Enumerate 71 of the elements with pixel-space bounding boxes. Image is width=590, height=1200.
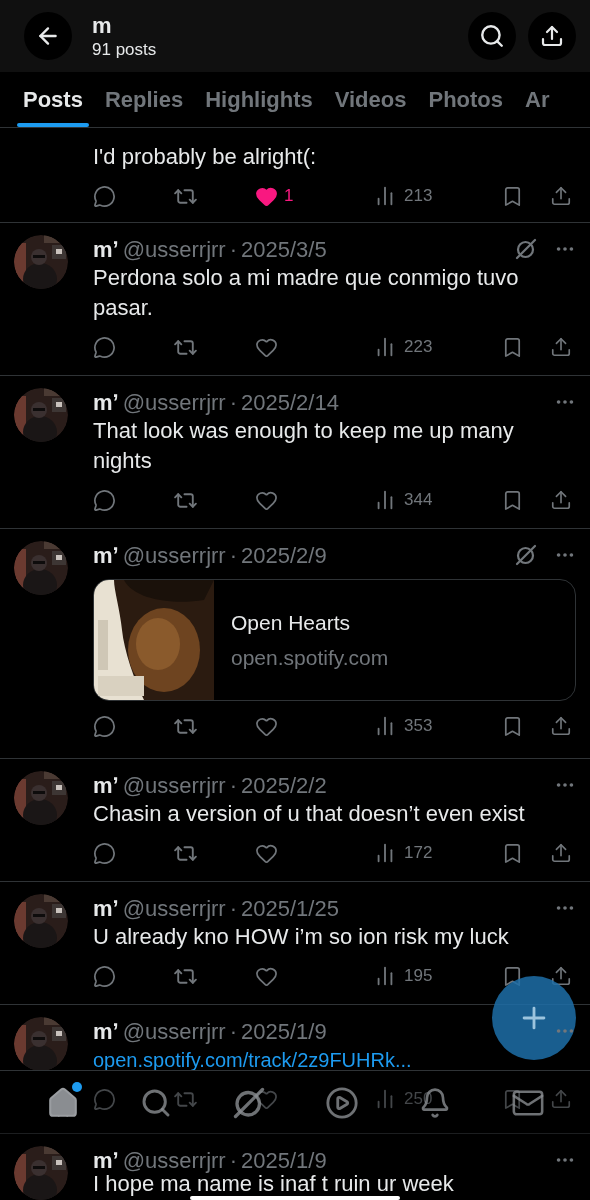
reply-icon[interactable] xyxy=(93,841,116,865)
views-button[interactable]: 213 xyxy=(374,183,444,209)
separator-dot: · xyxy=(229,1017,237,1046)
profile-tab[interactable]: Photos xyxy=(422,72,510,127)
profile-tab[interactable]: Ar xyxy=(519,72,556,127)
views-button[interactable]: 223 xyxy=(374,334,444,360)
author-name[interactable]: mʼ xyxy=(93,1014,119,1048)
play-icon xyxy=(324,1085,359,1120)
share-icon[interactable] xyxy=(550,842,572,864)
separator-dot: · xyxy=(229,235,237,264)
post-text: Chasin a version of u that doesn’t even exist xyxy=(93,800,526,828)
separator-dot: · xyxy=(229,771,237,800)
profile-tab[interactable]: Highlights xyxy=(199,72,319,127)
search-button[interactable] xyxy=(468,12,516,60)
views-button[interactable]: 344 xyxy=(374,487,444,513)
author-name[interactable]: mʼ xyxy=(93,768,119,802)
slashed-circle-icon[interactable] xyxy=(514,543,538,567)
post-date[interactable]: 2025/1/9 xyxy=(241,1014,327,1048)
post-link[interactable]: open.spotify.com/track/2z9FUHRk... xyxy=(93,1045,412,1075)
author-handle[interactable]: @usserrjrr xyxy=(122,891,226,925)
share-icon[interactable] xyxy=(550,965,572,987)
post-date[interactable]: 2025/1/25 xyxy=(241,891,339,925)
share-icon[interactable] xyxy=(550,489,572,511)
search-icon xyxy=(479,23,505,49)
author-handle[interactable]: @usserrjrr xyxy=(122,768,226,802)
like-button[interactable]: 1 xyxy=(255,183,317,209)
card-title: Open Hearts xyxy=(231,609,352,636)
author-handle[interactable]: @usserrjrr xyxy=(122,1014,226,1048)
author-name[interactable]: mʼ xyxy=(93,538,119,572)
post-date[interactable]: 2025/3/5 xyxy=(241,232,327,266)
separator-dot: · xyxy=(229,541,237,570)
post-count: 91 posts xyxy=(92,40,157,58)
profile-name: m xyxy=(92,14,113,37)
author-handle[interactable]: @usserrjrr xyxy=(122,385,226,419)
back-button[interactable] xyxy=(24,12,72,60)
profile-tab[interactable]: Videos xyxy=(328,72,413,127)
share-icon[interactable] xyxy=(550,715,572,737)
post-text: I hope ma name is inaf t ruin ur week xyxy=(93,1174,455,1194)
post-text: Perdona solo a mi madre que conmigo tuvo pasar. xyxy=(93,264,520,322)
views-button[interactable]: 353 xyxy=(374,713,444,739)
reply-icon[interactable] xyxy=(93,335,116,359)
post-text: I'd probably be alright(: xyxy=(93,143,318,171)
slashed-circle-icon[interactable] xyxy=(514,237,538,261)
views-button[interactable]: 172 xyxy=(374,840,444,866)
post-date[interactable]: 2025/2/2 xyxy=(241,768,327,802)
reply-icon[interactable] xyxy=(93,184,116,208)
post-date[interactable]: 2025/2/9 xyxy=(241,538,327,572)
author-handle[interactable]: @usserrjrr xyxy=(122,1143,226,1177)
author-name[interactable]: mʼ xyxy=(93,891,119,925)
reply-icon[interactable] xyxy=(93,714,116,738)
link-card[interactable]: Open Hearts open.spotify.com xyxy=(93,579,576,701)
post-date[interactable]: 2025/2/14 xyxy=(241,385,339,419)
author-name[interactable]: mʼ xyxy=(93,385,119,419)
card-domain: open.spotify.com xyxy=(231,645,389,671)
separator-dot: · xyxy=(229,1146,237,1175)
profile-tab[interactable]: Posts xyxy=(17,72,89,127)
share-icon[interactable] xyxy=(550,336,572,358)
separator-dot: · xyxy=(229,894,237,923)
post-text: That look was enough to keep me up many nights xyxy=(93,417,515,475)
post-text: U already kno HOW i’m so ion risk my luck xyxy=(93,923,510,951)
author-handle[interactable]: @usserrjrr xyxy=(122,538,226,572)
author-handle[interactable]: @usserrjrr xyxy=(122,232,226,266)
share-icon xyxy=(540,24,564,48)
views-button[interactable]: 195 xyxy=(374,963,444,989)
separator-dot: · xyxy=(229,388,237,417)
reply-icon[interactable] xyxy=(93,964,116,988)
share-icon[interactable] xyxy=(550,185,572,207)
profile-tab[interactable]: Replies xyxy=(98,72,190,127)
share-button[interactable] xyxy=(528,12,576,60)
reply-icon[interactable] xyxy=(93,488,116,512)
author-name[interactable]: mʼ xyxy=(93,232,119,266)
